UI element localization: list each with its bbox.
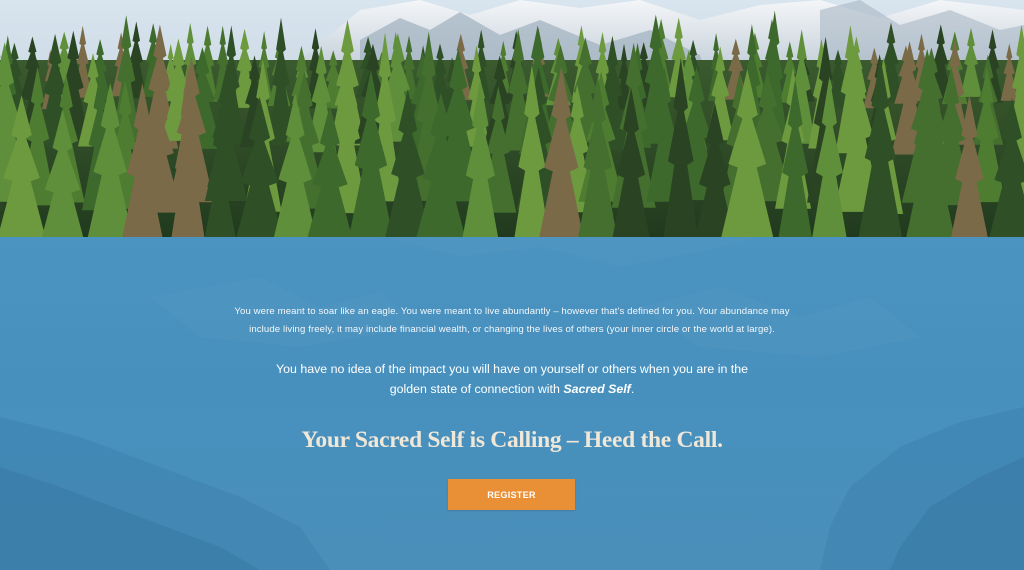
intro-paragraph: You were meant to soar like an eagle. Yo… xyxy=(200,303,824,339)
intro-line-1: You were meant to soar like an eagle. Yo… xyxy=(234,306,790,317)
sacred-self-emphasis: Sacred Self xyxy=(563,381,631,396)
callout-section: You were meant to soar like an eagle. Yo… xyxy=(0,237,1024,570)
call-heading: Your Sacred Self is Calling – Heed the C… xyxy=(301,427,723,453)
callout-content: You were meant to soar like an eagle. Yo… xyxy=(0,237,1024,570)
register-button[interactable]: REGISTER xyxy=(448,479,575,510)
forest-mountain-illustration xyxy=(0,0,1024,237)
hero-forest-image xyxy=(0,0,1024,237)
impact-line-2-suffix: . xyxy=(630,381,635,396)
impact-line-1: You have no idea of the impact you will … xyxy=(275,362,749,376)
intro-line-2: include living freely, it may include fi… xyxy=(249,324,775,335)
impact-line-2-prefix: golden state of connection with xyxy=(389,381,564,396)
impact-paragraph: You have no idea of the impact you will … xyxy=(262,360,762,399)
